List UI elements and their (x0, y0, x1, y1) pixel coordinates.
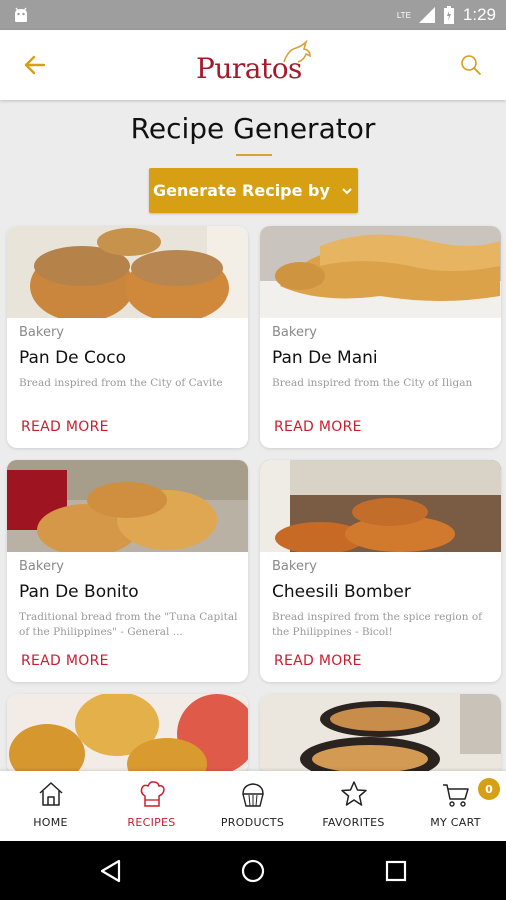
recipe-category: Bakery (272, 325, 317, 340)
nav-products-label: PRODUCTS (220, 816, 285, 829)
title-underline (236, 154, 272, 156)
recipe-image (7, 694, 248, 774)
unicorn-icon (283, 40, 311, 63)
recipe-image (260, 460, 501, 552)
status-bar: LTE 1:29 (0, 0, 506, 30)
read-more-link[interactable]: READ MORE (274, 653, 362, 669)
generate-recipe-label: Generate Recipe by (153, 181, 330, 200)
chevron-down-icon (342, 187, 352, 194)
chef-hat-icon (140, 781, 165, 807)
android-icon (15, 7, 27, 22)
recipe-name: Cheesili Bomber (272, 582, 411, 602)
recipe-category: Bakery (272, 559, 317, 574)
recipe-description: Bread inspired from the City of Iligan (272, 377, 473, 389)
read-more-link[interactable]: READ MORE (21, 419, 109, 435)
system-navigation-bar (0, 841, 506, 900)
home-icon (39, 782, 63, 806)
read-more-link[interactable]: READ MORE (21, 653, 109, 669)
recipe-image (7, 226, 248, 318)
star-icon (341, 781, 367, 806)
recipe-category: Bakery (19, 559, 64, 574)
nav-home[interactable]: HOME (0, 771, 101, 841)
back-arrow-icon[interactable] (22, 52, 48, 78)
nav-favorites[interactable]: FAVORITES (303, 771, 404, 841)
page-title: Recipe Generator (130, 112, 376, 145)
recipe-description: Traditional bread from the "Tuna Capital… (19, 611, 238, 638)
puratos-logo: Puratos (196, 40, 316, 88)
read-more-link[interactable]: READ MORE (274, 419, 362, 435)
nav-products[interactable]: PRODUCTS (202, 771, 303, 841)
recipe-name: Pan De Bonito (19, 582, 139, 602)
recipe-description: Bread inspired from the City of Cavite (19, 377, 223, 389)
recipe-name: Pan De Coco (19, 348, 127, 368)
home-circle-icon[interactable] (240, 858, 266, 884)
nav-recipes-label: RECIPES (127, 816, 176, 829)
nav-my-cart-label: MY CART (430, 816, 481, 829)
generate-recipe-button[interactable]: Generate Recipe by (149, 168, 358, 213)
cart-icon (443, 784, 469, 807)
lte-indicator: LTE (396, 10, 411, 20)
recipe-card[interactable] (7, 694, 248, 774)
recipe-category: Bakery (19, 325, 64, 340)
recipe-card[interactable] (260, 694, 501, 774)
app-bar: Puratos (0, 30, 506, 100)
nav-my-cart[interactable]: 0 MY CART (405, 771, 506, 841)
signal-icon (418, 7, 435, 23)
search-icon[interactable] (460, 54, 482, 76)
nav-home-label: HOME (33, 816, 68, 829)
recents-square-icon[interactable] (383, 858, 409, 884)
bottom-navigation: HOME RECIPES PRODUCTS FAVORITES 0 MY CAR… (0, 771, 506, 841)
back-triangle-icon[interactable] (98, 858, 124, 884)
nav-favorites-label: FAVORITES (322, 816, 385, 829)
recipe-description: Bread inspired from the spice region of … (272, 611, 483, 638)
recipe-card[interactable]: Bakery Pan De Mani Bread inspired from t… (260, 226, 501, 448)
recipe-card[interactable]: Bakery Pan De Bonito Traditional bread f… (7, 460, 248, 682)
recipe-card[interactable]: Bakery Cheesili Bomber Bread inspired fr… (260, 460, 501, 682)
recipe-name: Pan De Mani (272, 348, 378, 368)
nav-recipes[interactable]: RECIPES (101, 771, 202, 841)
recipe-card[interactable]: Bakery Pan De Coco Bread inspired from t… (7, 226, 248, 448)
battery-icon (443, 6, 454, 24)
recipe-image (260, 226, 501, 318)
cupcake-icon (242, 783, 264, 807)
clock: 1:29 (462, 5, 496, 24)
recipe-image (7, 460, 248, 552)
cart-count-badge: 0 (478, 778, 500, 800)
recipe-image (260, 694, 501, 774)
